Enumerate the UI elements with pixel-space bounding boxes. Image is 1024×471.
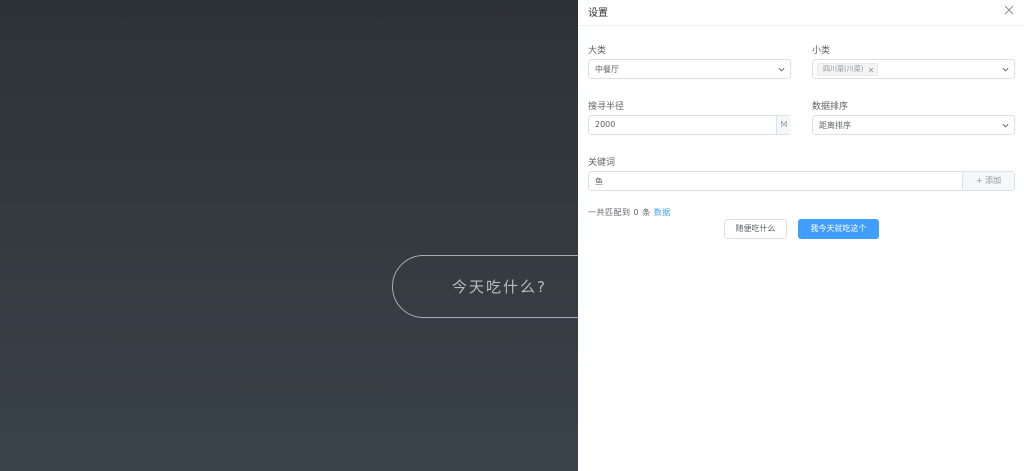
match-unit: 条 (642, 208, 651, 217)
keyword-value: 鱼 (595, 177, 603, 186)
chevron-down-icon (1002, 123, 1009, 128)
confirm-eat-button[interactable]: 我今天就吃这个 (798, 219, 879, 239)
keyword-label: 关键词 (588, 158, 616, 168)
sort-value: 距离排序 (819, 121, 851, 130)
match-prefix: 一共匹配到 (588, 208, 631, 217)
drawer-header: 设置 (578, 0, 1024, 26)
subcategory-select[interactable]: 四川菜(川菜) (812, 59, 1015, 79)
category-value: 中餐厅 (595, 65, 619, 74)
subcategory-tag: 四川菜(川菜) (817, 63, 879, 76)
random-eat-button[interactable]: 随便吃什么 (724, 219, 787, 239)
match-number: 0 (633, 208, 640, 217)
match-count: 一共匹配到 0 条 数据 (588, 207, 671, 218)
keyword-input[interactable]: 鱼 + 添加 (588, 171, 1015, 191)
data-link[interactable]: 数据 (654, 208, 671, 217)
radius-value: 2000 (595, 120, 616, 129)
subcategory-tag-label: 四川菜(川菜) (823, 65, 864, 73)
radius-unit: M (776, 116, 791, 134)
add-keyword-button[interactable]: + 添加 (962, 172, 1014, 190)
radius-input[interactable]: 2000 M (588, 115, 791, 135)
sort-select[interactable]: 距离排序 (812, 115, 1015, 135)
chevron-down-icon (1002, 67, 1009, 72)
subcategory-label: 小类 (812, 46, 831, 56)
category-label: 大类 (588, 46, 607, 56)
tag-close-icon[interactable] (868, 67, 874, 73)
sort-label: 数据排序 (812, 102, 849, 112)
close-icon[interactable] (1003, 4, 1015, 16)
category-select[interactable]: 中餐厅 (588, 59, 791, 79)
settings-drawer: 设置 大类 中餐厅 小类 四川菜(川菜) 搜寻半径 2000 M 数据排序 距离… (578, 0, 1024, 471)
drawer-title: 设置 (588, 8, 608, 19)
chevron-down-icon (778, 67, 785, 72)
radius-label: 搜寻半径 (588, 102, 625, 112)
